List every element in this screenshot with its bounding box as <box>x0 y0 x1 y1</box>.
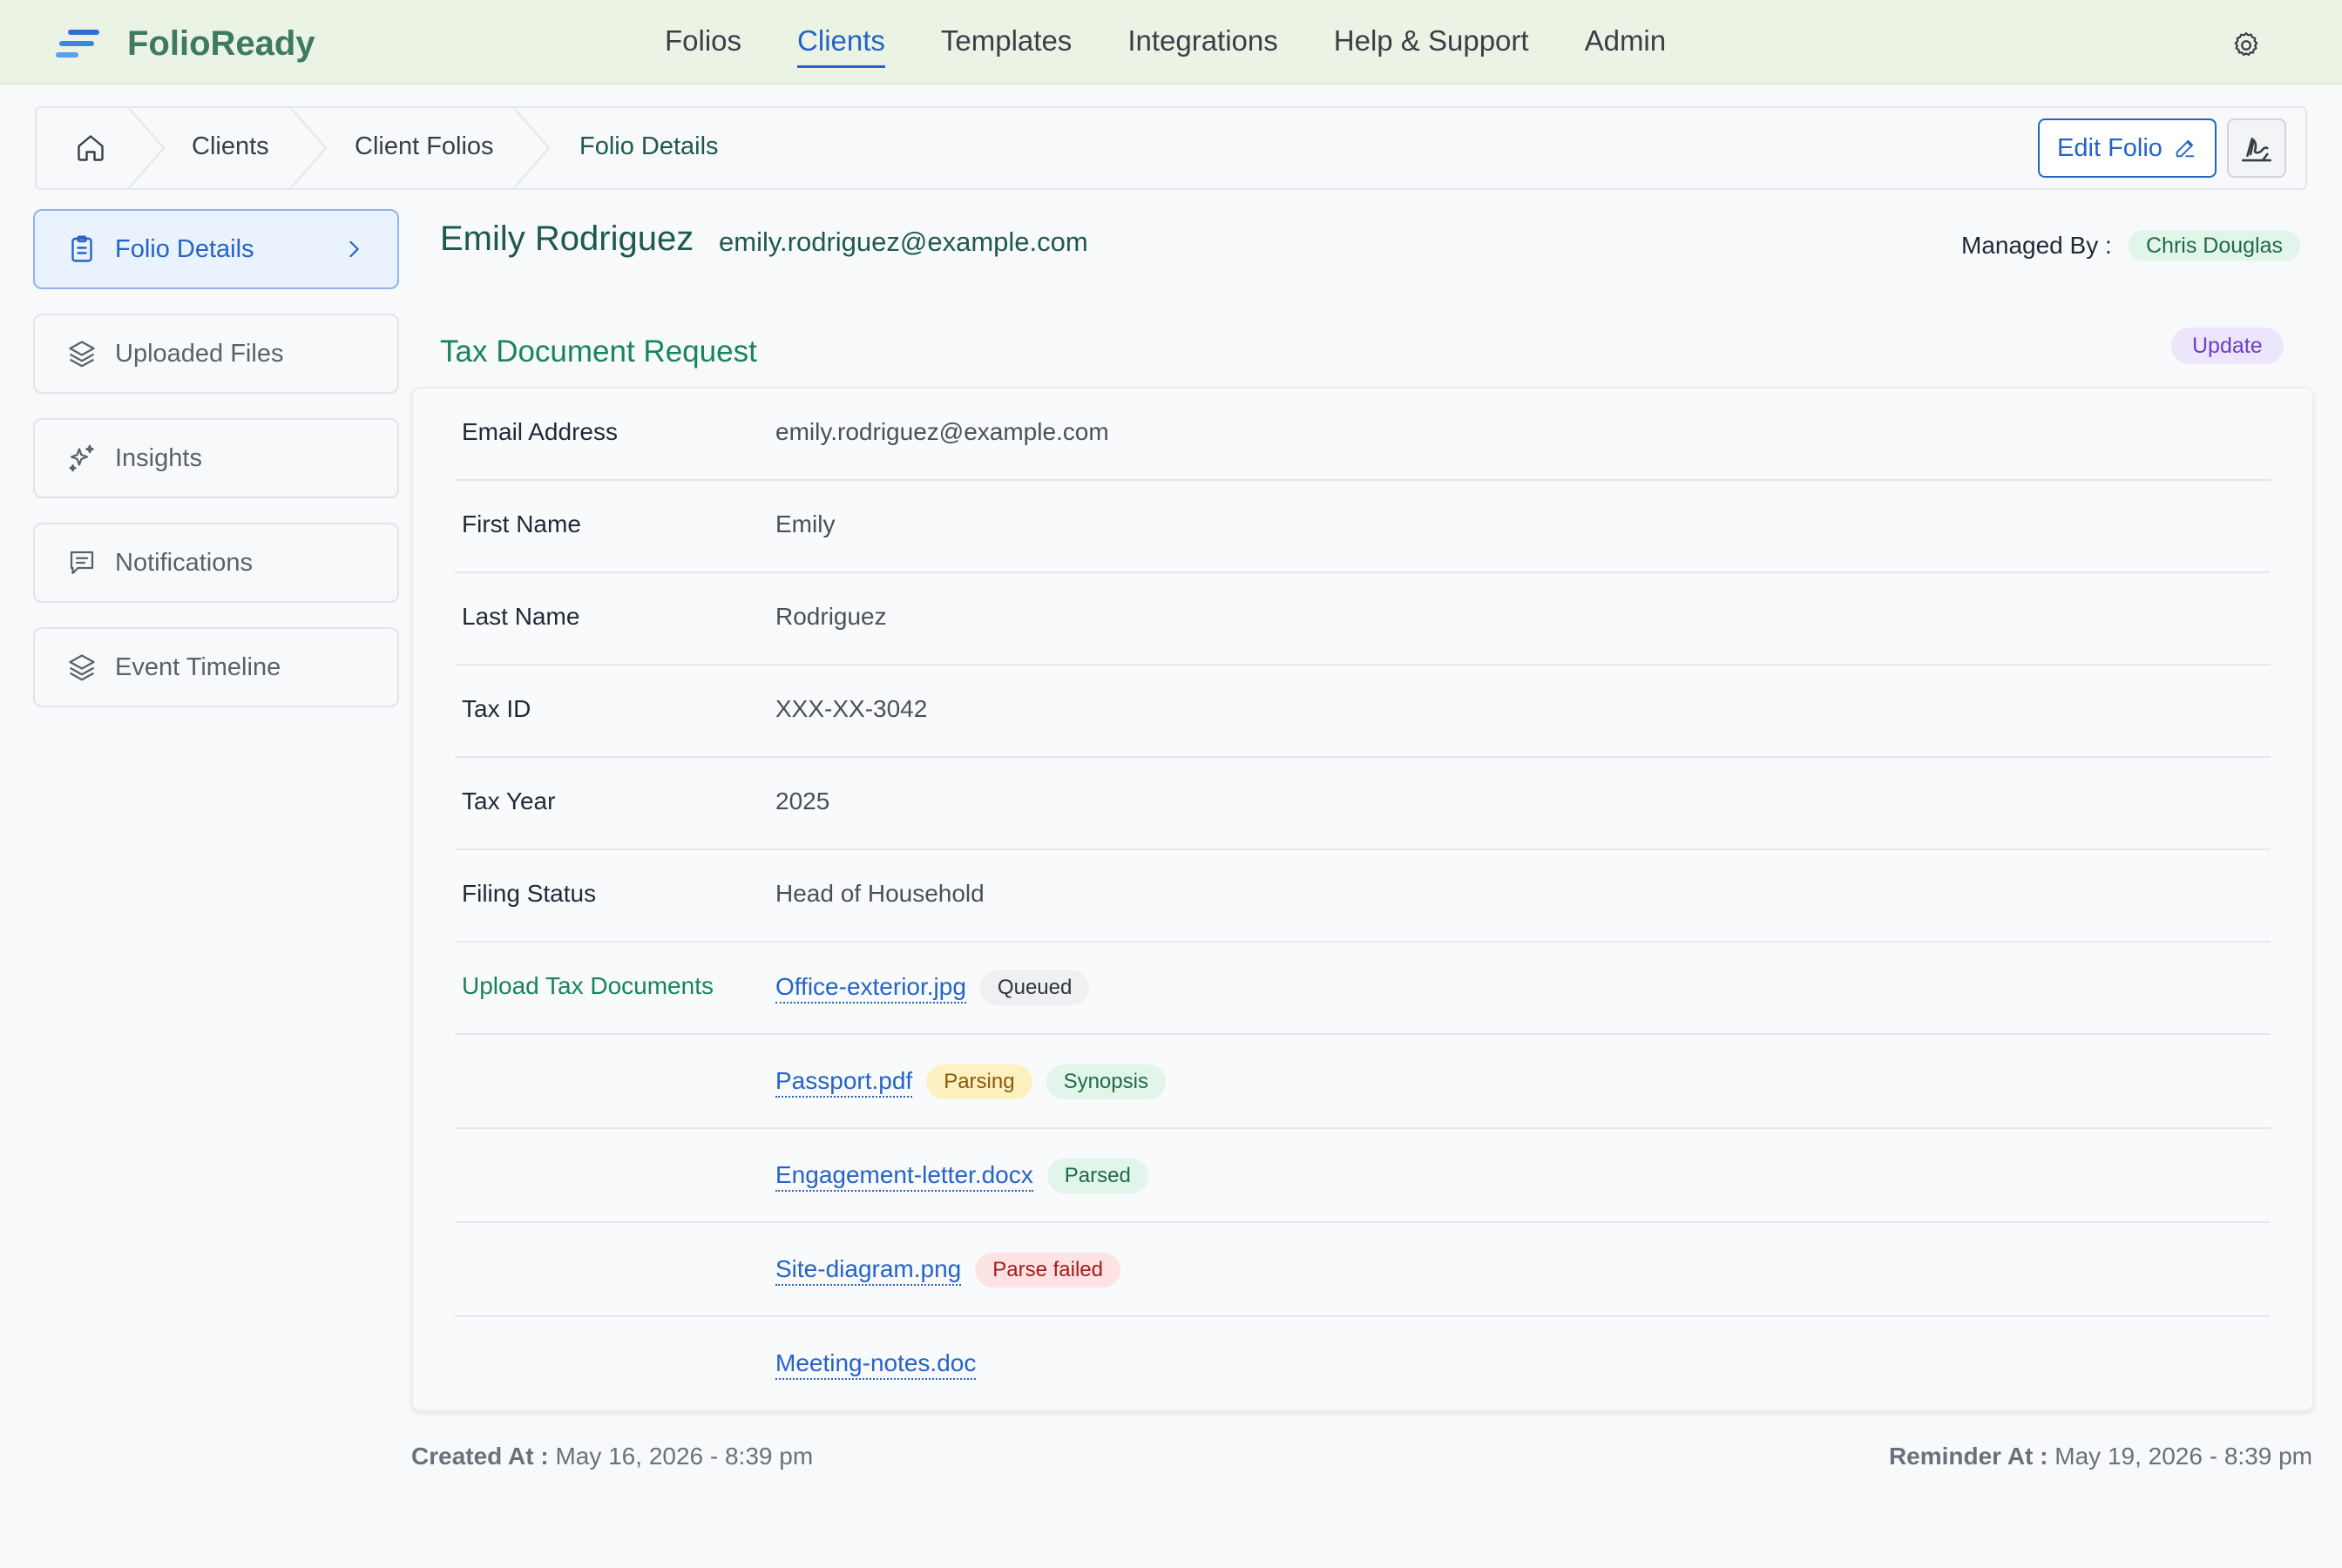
file-row: Meeting-notes.doc <box>455 1319 2271 1411</box>
layers-icon <box>69 654 95 681</box>
sidebar-item-label: Uploaded Files <box>115 339 284 368</box>
signature-icon <box>2241 138 2272 162</box>
details-card: Email Address emily.rodriguez@example.co… <box>411 387 2314 1411</box>
breadcrumb-separator <box>511 106 551 190</box>
sidebar-item-folio-details[interactable]: Folio Details <box>33 209 399 289</box>
reminder-at: Reminder At : May 19, 2026 - 8:39 pm <box>1889 1443 2312 1470</box>
synopsis-badge[interactable]: Synopsis <box>1046 1064 1166 1099</box>
file-row: Site-diagram.png Parse failed <box>455 1225 2271 1317</box>
field-value: Head of Household <box>775 880 985 907</box>
field-label: Tax Year <box>462 787 556 814</box>
field-label: First Name <box>462 510 581 537</box>
sidebar-item-uploaded-files[interactable]: Uploaded Files <box>33 314 399 394</box>
clipboard-icon <box>71 235 92 262</box>
file-row: Upload Tax Documents Office-exterior.jpg… <box>455 943 2271 1035</box>
created-at-value: May 16, 2026 - 8:39 pm <box>555 1443 814 1470</box>
file-link[interactable]: Passport.pdf <box>775 1066 913 1098</box>
file-entry: Office-exterior.jpg Queued <box>775 969 1090 1007</box>
manager-badge: Chris Douglas <box>2129 230 2301 261</box>
gear-icon[interactable] <box>2230 30 2262 61</box>
file-link[interactable]: Engagement-letter.docx <box>775 1160 1033 1192</box>
breadcrumb-client-folios[interactable]: Client Folios <box>355 132 494 161</box>
edit-folio-label: Edit Folio <box>2057 133 2163 162</box>
sidebar-item-insights[interactable]: Insights <box>33 418 399 498</box>
created-at: Created At : May 16, 2026 - 8:39 pm <box>411 1443 813 1470</box>
status-badge: Parse failed <box>975 1253 1120 1288</box>
sidebar-item-label: Event Timeline <box>115 652 281 681</box>
signature-button[interactable] <box>2227 118 2286 178</box>
home-icon[interactable] <box>75 132 106 164</box>
field-row: Email Address emily.rodriguez@example.co… <box>455 389 2271 481</box>
main-nav: Folios Clients Templates Integrations He… <box>665 24 1722 68</box>
top-navbar: FolioReady Folios Clients Templates Inte… <box>0 0 2342 84</box>
logo-icon <box>56 30 99 57</box>
file-row: Engagement-letter.docx Parsed <box>455 1131 2271 1223</box>
brand[interactable]: FolioReady <box>56 23 315 64</box>
reminder-at-label: Reminder At : <box>1888 1443 2048 1470</box>
client-email: emily.rodriguez@example.com <box>719 226 1088 257</box>
nav-integrations[interactable]: Integrations <box>1127 24 1277 64</box>
sidebar-item-event-timeline[interactable]: Event Timeline <box>33 627 399 707</box>
field-label: Last Name <box>462 603 580 630</box>
client-name: Emily Rodriguez <box>440 220 694 258</box>
file-entry: Meeting-notes.doc <box>775 1345 977 1383</box>
field-row: Last Name Rodriguez <box>455 573 2271 666</box>
nav-admin[interactable]: Admin <box>1585 24 1667 64</box>
breadcrumb-separator <box>288 106 328 190</box>
field-label: Tax ID <box>462 695 531 722</box>
breadcrumb-clients[interactable]: Clients <box>192 132 269 161</box>
file-entry: Site-diagram.png Parse failed <box>775 1251 1120 1289</box>
field-value: 2025 <box>775 787 830 814</box>
field-row: Filing Status Head of Household <box>455 850 2271 943</box>
edit-folio-button[interactable]: Edit Folio <box>2038 118 2217 178</box>
field-row: Tax Year 2025 <box>455 758 2271 850</box>
nav-templates[interactable]: Templates <box>941 24 1072 64</box>
update-badge[interactable]: Update <box>2171 328 2284 364</box>
field-value: XXX-XX-3042 <box>775 695 928 722</box>
pencil-icon <box>2176 139 2195 158</box>
chevron-right-icon <box>349 240 359 258</box>
status-badge: Parsing <box>926 1064 1032 1099</box>
sidebar-item-label: Folio Details <box>115 234 254 263</box>
field-value: Emily <box>775 510 836 537</box>
section-title: Tax Document Request <box>440 335 757 368</box>
sidebar-item-label: Notifications <box>115 548 253 577</box>
field-value: Rodriguez <box>775 603 887 630</box>
sidebar-item-label: Insights <box>115 443 202 472</box>
app-name: FolioReady <box>127 24 315 63</box>
created-at-label: Created At : <box>411 1443 549 1470</box>
breadcrumb-folio-details: Folio Details <box>579 132 719 160</box>
status-badge: Parsed <box>1046 1159 1148 1193</box>
field-row: Tax ID XXX-XX-3042 <box>455 666 2271 758</box>
file-link[interactable]: Meeting-notes.doc <box>775 1348 977 1380</box>
file-link[interactable]: Office-exterior.jpg <box>775 972 966 1004</box>
nav-clients[interactable]: Clients <box>797 24 885 68</box>
file-link[interactable]: Site-diagram.png <box>775 1254 962 1286</box>
message-icon <box>70 551 94 575</box>
file-row: Passport.pdf Parsing Synopsis <box>455 1037 2271 1129</box>
breadcrumb: Clients Client Folios Folio Details <box>35 106 2307 190</box>
file-entry: Passport.pdf Parsing Synopsis <box>775 1063 1166 1101</box>
field-label: Email Address <box>462 418 618 445</box>
breadcrumb-separator <box>126 106 166 190</box>
file-entry: Engagement-letter.docx Parsed <box>775 1157 1148 1195</box>
managed-by-label: Managed By : <box>1961 232 2112 259</box>
field-row: First Name Emily <box>455 481 2271 573</box>
status-badge: Queued <box>979 970 1090 1005</box>
upload-label: Upload Tax Documents <box>462 972 714 999</box>
layers-icon <box>69 341 95 368</box>
nav-help-support[interactable]: Help & Support <box>1334 24 1529 64</box>
sidebar-item-notifications[interactable]: Notifications <box>33 523 399 603</box>
reminder-at-value: May 19, 2026 - 8:39 pm <box>2054 1443 2312 1470</box>
field-label: Filing Status <box>462 880 597 907</box>
nav-folios[interactable]: Folios <box>665 24 741 64</box>
field-value: emily.rodriguez@example.com <box>775 418 1109 445</box>
sparkles-icon <box>69 444 94 472</box>
